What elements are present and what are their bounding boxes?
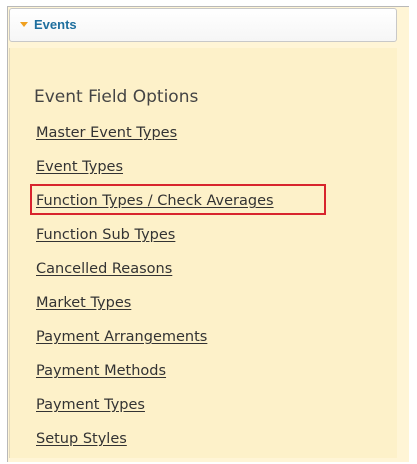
events-panel-header[interactable]: Events bbox=[9, 8, 397, 42]
link-payment-arrangements[interactable]: Payment Arrangements bbox=[36, 329, 207, 345]
events-panel-title[interactable]: Events bbox=[34, 17, 77, 32]
link-cancelled-reasons[interactable]: Cancelled Reasons bbox=[36, 261, 172, 277]
link-function-sub-types[interactable]: Function Sub Types bbox=[36, 227, 175, 243]
caret-down-icon[interactable] bbox=[20, 22, 28, 27]
link-market-types[interactable]: Market Types bbox=[36, 295, 131, 311]
link-setup-styles[interactable]: Setup Styles bbox=[36, 431, 127, 447]
section-title: Event Field Options bbox=[34, 87, 199, 107]
link-payment-methods[interactable]: Payment Methods bbox=[36, 363, 166, 379]
link-master-event-types[interactable]: Master Event Types bbox=[36, 125, 177, 141]
link-event-types[interactable]: Event Types bbox=[36, 159, 123, 175]
link-function-types-check-averages[interactable]: Function Types / Check Averages bbox=[36, 193, 274, 209]
link-payment-types[interactable]: Payment Types bbox=[36, 397, 145, 413]
